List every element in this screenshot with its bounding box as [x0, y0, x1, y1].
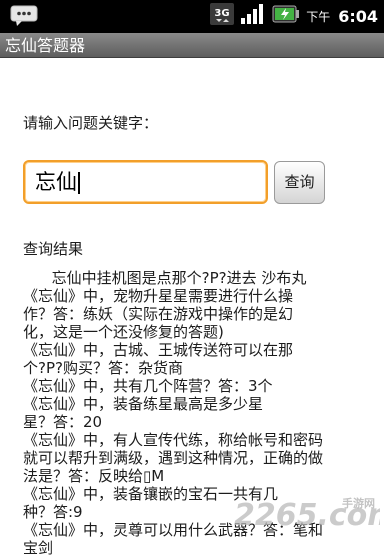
- app-title: 忘仙答题器: [5, 36, 85, 55]
- svg-text:3G: 3G: [215, 8, 230, 19]
- status-time: 6:04: [338, 7, 378, 26]
- result-line: 星？答：20: [23, 413, 368, 431]
- result-line: 《忘仙》中，装备练星最高是多少星: [23, 395, 368, 413]
- keyword-search-input[interactable]: 忘仙: [23, 160, 268, 204]
- app-title-bar: 忘仙答题器: [0, 33, 384, 58]
- result-line: 个?P?购买？答：杂货商: [23, 359, 368, 377]
- result-line: 就可以帮升到满级，遇到这种情况，正确的做: [23, 449, 368, 467]
- watermark-tag: 手游网: [342, 496, 375, 510]
- battery-charging-icon: [272, 4, 300, 28]
- result-line: 法是？答：反映给▯M: [23, 467, 368, 485]
- result-line: 作？答：练妖（实际在游戏中操作的是幻: [23, 305, 368, 323]
- network-3g-icon: 3G: [210, 3, 234, 29]
- result-line: 《忘仙》中，共有几个阵营？答：3个: [23, 377, 368, 395]
- search-input-value: 忘仙: [35, 170, 77, 194]
- status-ampm: 下午: [306, 8, 330, 25]
- site-watermark-logo: 2265.com 手游网: [230, 491, 380, 537]
- search-prompt-label: 请输入问题关键字：: [23, 112, 158, 133]
- status-bar: 3G 下午 6:04: [0, 0, 384, 33]
- result-line: 《忘仙》中，宠物升星星需要进行什么操: [23, 287, 368, 305]
- query-button[interactable]: 查询: [274, 161, 325, 204]
- result-line: 化，这是一个还没修复的答题): [23, 323, 368, 341]
- chat-notification-icon: [10, 5, 38, 31]
- result-line: 忘仙中挂机图是点那个?P?进去 沙布丸: [23, 269, 368, 287]
- result-line: 《忘仙》中，古城、王城传送符可以在那: [23, 341, 368, 359]
- results-heading: 查询结果: [23, 238, 83, 259]
- text-cursor: [78, 172, 80, 194]
- signal-strength-icon: [240, 3, 266, 29]
- result-line: 宝剑: [23, 539, 368, 557]
- result-line: 《忘仙》中，有人宣传代练，称给帐号和密码: [23, 431, 368, 449]
